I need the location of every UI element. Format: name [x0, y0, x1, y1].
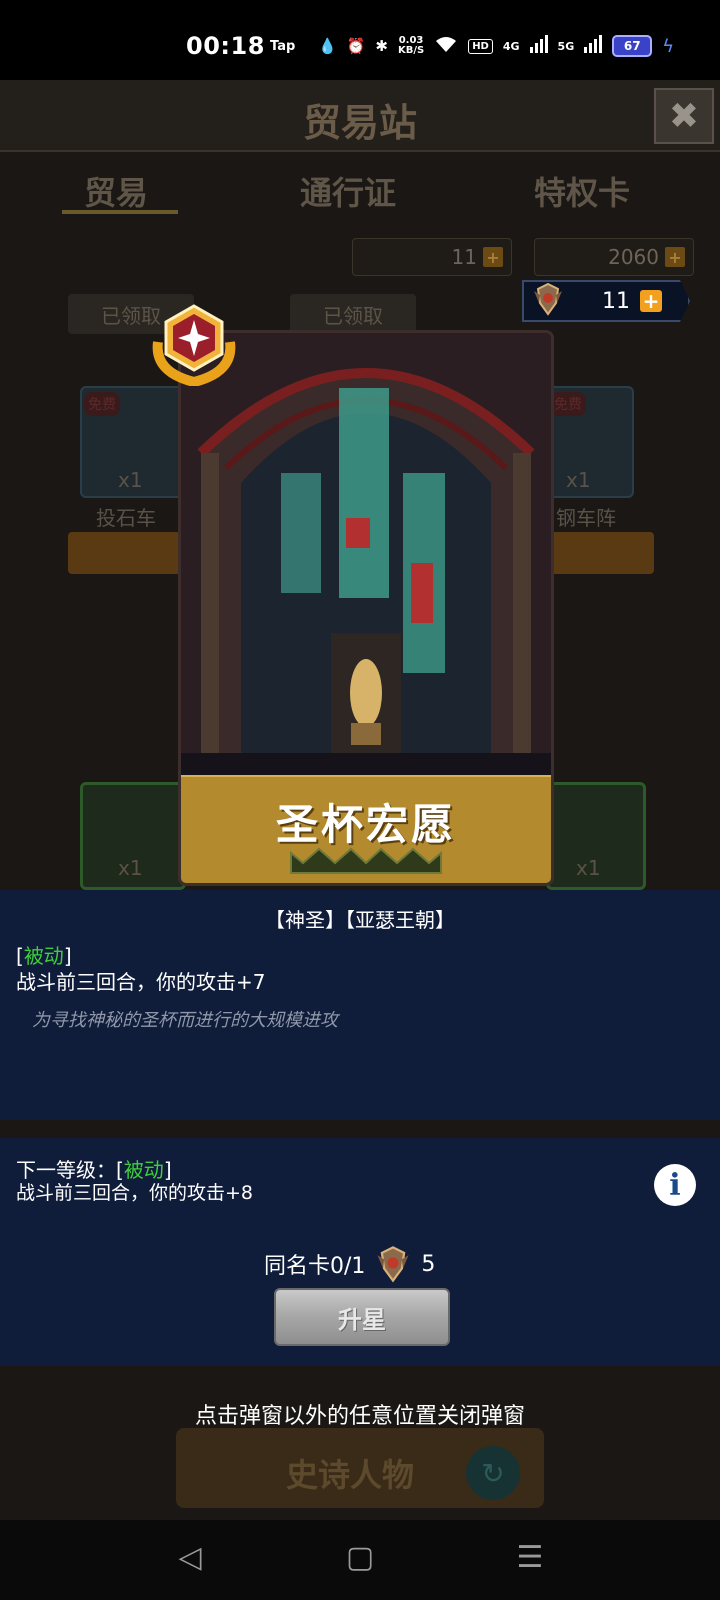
video-button-2[interactable]	[548, 532, 654, 574]
card-tags: 【神圣】【亚瑟王朝】	[265, 908, 455, 932]
crest-icon	[377, 1246, 409, 1283]
net-speed-unit: KB/S	[397, 45, 425, 56]
bracket-open: [	[16, 944, 24, 968]
rank-badge-icon	[152, 304, 236, 386]
next-level-effect: 战斗前三回合，你的攻击+8	[16, 1182, 254, 1204]
crest-currency-count: 11	[602, 288, 630, 314]
charging-icon: ϟ	[662, 35, 675, 57]
alarm-icon: ⏰	[346, 37, 366, 55]
refresh-icon[interactable]: ↻	[466, 1446, 520, 1500]
duplicate-count: 同名卡0/1	[264, 1254, 366, 1279]
bracket-close: ]	[63, 944, 72, 968]
tab-pass[interactable]: 通行证	[300, 168, 396, 214]
network-5g-label: 5G	[557, 39, 575, 53]
status-icons: 💧 ⏰ ✱ 0.03 KB/S HD 4G 5G 67 ϟ	[318, 35, 674, 57]
battery-indicator: 67	[612, 35, 653, 57]
item-qty-1: x1	[118, 468, 143, 492]
plus-icon[interactable]: +	[483, 247, 503, 267]
tab-trade[interactable]: 贸易	[84, 168, 148, 214]
info-button[interactable]: i	[654, 1164, 696, 1206]
card-detail: 圣杯宏愿	[178, 330, 554, 886]
duplicate-card-requirement: 同名卡0/1 5	[264, 1244, 435, 1284]
item-name-2: 钢车阵	[556, 506, 616, 530]
signal-icon-2	[584, 35, 603, 57]
status-app-indicator: Tap	[270, 39, 296, 54]
currency-crest-pill: 11 +	[352, 238, 512, 276]
plus-icon[interactable]: +	[665, 247, 685, 267]
item-qty-4: x1	[576, 856, 601, 880]
upgrade-star-button[interactable]: 升星	[274, 1288, 450, 1346]
crest-icon	[530, 281, 566, 321]
cathedral-art	[181, 333, 551, 793]
card-name-bar: 圣杯宏愿	[181, 775, 551, 883]
info-icon: i	[669, 1167, 681, 1203]
page-title: 贸易站	[302, 101, 417, 145]
tab-privilege-card[interactable]: 特权卡	[534, 168, 630, 214]
back-nav-icon[interactable]: ◁	[160, 1540, 220, 1575]
wifi-icon	[434, 35, 458, 57]
tab-underline	[62, 210, 178, 214]
close-icon: ✖	[668, 95, 700, 137]
passive-label: 被动	[23, 944, 64, 968]
free-badge-1: 免费	[84, 392, 120, 416]
crest-currency-display: 11 +	[522, 280, 690, 322]
item-name-1: 投石车	[96, 506, 156, 530]
signal-icon	[529, 35, 548, 57]
epic-character-label: 史诗人物	[286, 1456, 415, 1494]
drop-icon: 💧	[318, 37, 337, 55]
video-button-1[interactable]	[68, 532, 180, 574]
item-qty-2: x1	[566, 468, 591, 492]
add-crest-button[interactable]: +	[640, 289, 662, 313]
card-effect: 战斗前三回合，你的攻击+7	[16, 970, 266, 994]
card-name: 圣杯宏愿	[275, 800, 456, 849]
free-badge-2: 免费	[550, 392, 586, 416]
card-flavor-text: 为寻找神秘的圣杯而进行的大规模进攻	[32, 1010, 338, 1031]
item-qty-3: x1	[118, 856, 143, 880]
passive-label-line: [被动]	[16, 940, 72, 969]
claimed-button-2: 已领取	[290, 294, 416, 334]
network-4g-label: 4G	[502, 39, 520, 53]
currency-crest-count: 11	[451, 245, 477, 269]
currency-gem-count: 2060	[608, 245, 659, 269]
close-button[interactable]: ✖	[654, 88, 714, 144]
net-speed: 0.03 KB/S	[398, 36, 424, 56]
close-hint: 点击弹窗以外的任意位置关闭弹窗	[194, 1404, 525, 1429]
hd-badge: HD	[468, 38, 493, 54]
status-time: 00:18	[186, 32, 265, 60]
currency-gem-pill: 2060 +	[534, 238, 694, 276]
crest-cost: 5	[421, 1251, 436, 1277]
recents-nav-icon[interactable]: ☰	[500, 1540, 560, 1575]
bluetooth-icon: ✱	[375, 37, 388, 55]
star-rating-crowns-icon	[290, 847, 442, 874]
home-nav-icon[interactable]: ▢	[330, 1540, 390, 1575]
